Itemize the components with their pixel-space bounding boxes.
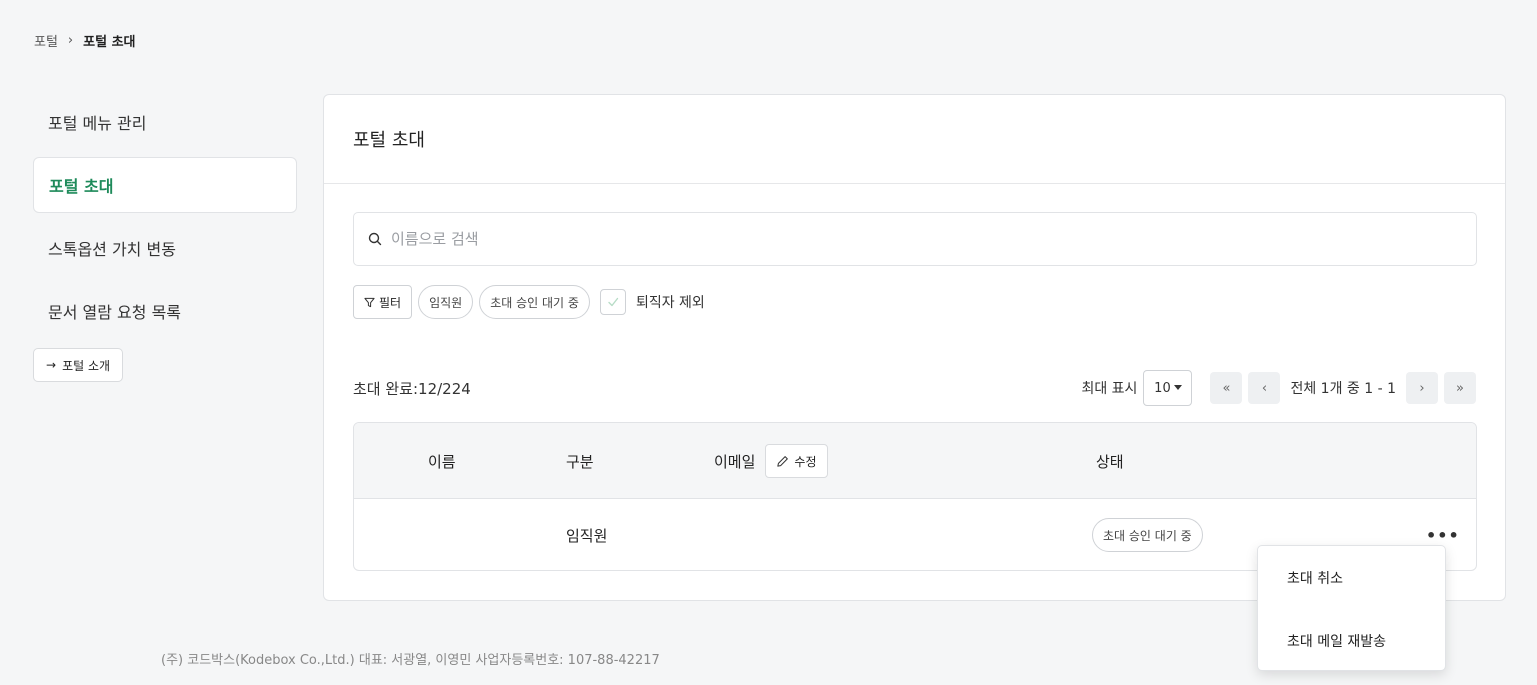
breadcrumb: 포털 › 포털 초대 bbox=[34, 31, 136, 50]
filter-button-label: 필터 bbox=[379, 295, 402, 310]
sidebar: 포털 메뉴 관리 포털 초대 스톡옵션 가치 변동 문서 열람 요청 목록 → … bbox=[33, 94, 297, 382]
column-header-email-group: 이메일 수정 bbox=[714, 423, 828, 499]
next-page-button[interactable]: › bbox=[1406, 372, 1438, 404]
sidebar-item-portal-invite[interactable]: 포털 초대 bbox=[33, 157, 297, 213]
breadcrumb-separator-icon: › bbox=[67, 33, 74, 48]
exclude-resigned-checkbox[interactable] bbox=[599, 289, 626, 315]
edit-label: 수정 bbox=[794, 454, 817, 469]
sidebar-item-document-requests[interactable]: 문서 열람 요청 목록 bbox=[33, 283, 297, 339]
search-input[interactable] bbox=[391, 230, 1391, 248]
pencil-icon bbox=[777, 455, 789, 467]
page-size-label: 최대 표시 bbox=[1081, 381, 1138, 397]
cell-status: 초대 승인 대기 중 bbox=[1092, 499, 1203, 570]
check-icon bbox=[608, 297, 619, 307]
portal-intro-button[interactable]: → 포털 소개 bbox=[33, 348, 124, 382]
footer-company-info: (주) 코드박스(Kodebox Co.,Ltd.) 대표: 서광열, 이영민 … bbox=[161, 653, 660, 668]
filter-chip-employee[interactable]: 임직원 bbox=[418, 285, 474, 319]
cell-type: 임직원 bbox=[566, 526, 608, 545]
caret-down-icon bbox=[1173, 385, 1182, 390]
exclude-resigned-label: 퇴직자 제외 bbox=[635, 295, 705, 311]
first-page-button[interactable]: « bbox=[1210, 372, 1243, 404]
column-header-name[interactable]: 이름 bbox=[428, 423, 456, 499]
prev-page-button[interactable]: ‹ bbox=[1248, 372, 1281, 404]
sidebar-item-label: 포털 초대 bbox=[49, 177, 114, 196]
search-box[interactable] bbox=[353, 212, 1477, 266]
portal-intro-label: 포털 소개 bbox=[62, 358, 111, 373]
edit-email-button[interactable]: 수정 bbox=[765, 444, 828, 478]
row-context-menu: 초대 취소 초대 메일 재발송 bbox=[1257, 545, 1446, 671]
invite-card: 포털 초대 필터 임직원 초대 승인 대기 중 퇴직자 제외 초대 완료:12/… bbox=[323, 94, 1506, 601]
sidebar-item-label: 문서 열람 요청 목록 bbox=[48, 303, 182, 322]
filter-chip-pending[interactable]: 초대 승인 대기 중 bbox=[479, 285, 590, 319]
column-header-email[interactable]: 이메일 bbox=[714, 451, 755, 472]
invite-count: 초대 완료:12/224 bbox=[353, 380, 471, 398]
sidebar-item-label: 스톡옵션 가치 변동 bbox=[48, 240, 176, 259]
breadcrumb-current: 포털 초대 bbox=[83, 35, 136, 50]
sidebar-item-label: 포털 메뉴 관리 bbox=[48, 114, 147, 133]
breadcrumb-root[interactable]: 포털 bbox=[34, 31, 58, 50]
column-header-type[interactable]: 구분 bbox=[566, 423, 594, 499]
sidebar-item-stock-option[interactable]: 스톡옵션 가치 변동 bbox=[33, 220, 297, 276]
menu-item-resend-invite-mail[interactable]: 초대 메일 재발송 bbox=[1258, 609, 1445, 672]
footer: (주) 코드박스(Kodebox Co.,Ltd.) 대표: 서광열, 이영민 … bbox=[161, 651, 660, 671]
card-header: 포털 초대 bbox=[324, 95, 1505, 184]
page-size-value: 10 bbox=[1154, 380, 1171, 396]
column-header-status[interactable]: 상태 bbox=[1096, 423, 1124, 499]
menu-item-cancel-invite[interactable]: 초대 취소 bbox=[1258, 546, 1445, 609]
page-info: 전체 1개 중 1 - 1 bbox=[1290, 381, 1396, 397]
last-page-button[interactable]: » bbox=[1444, 372, 1476, 404]
filter-bar: 필터 임직원 초대 승인 대기 중 퇴직자 제외 bbox=[353, 285, 705, 319]
filter-button[interactable]: 필터 bbox=[353, 285, 413, 319]
page-title: 포털 초대 bbox=[353, 130, 425, 151]
filter-icon bbox=[364, 297, 375, 307]
arrow-right-icon: → bbox=[46, 358, 57, 372]
table-header: 이름 구분 이메일 수정 상태 bbox=[354, 423, 1476, 499]
page-size-select[interactable]: 10 bbox=[1143, 370, 1193, 406]
pagination: 최대 표시 10 « ‹ 전체 1개 중 1 - 1 › » bbox=[1081, 370, 1476, 406]
status-badge: 초대 승인 대기 중 bbox=[1092, 518, 1203, 552]
sidebar-item-portal-menu[interactable]: 포털 메뉴 관리 bbox=[33, 94, 297, 150]
search-icon bbox=[368, 232, 382, 246]
